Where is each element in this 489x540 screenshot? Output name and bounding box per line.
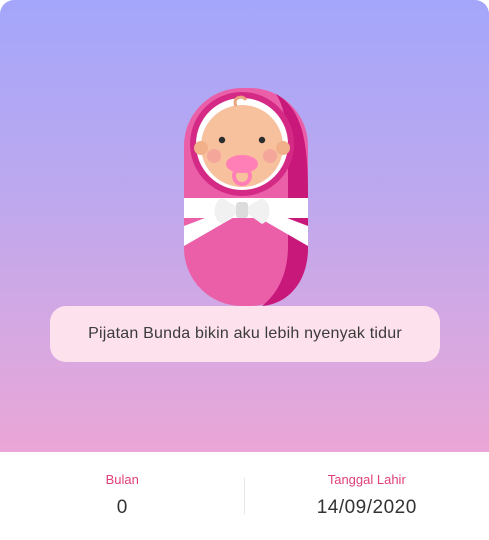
month-value: 0 <box>116 497 128 518</box>
birthdate-stat: Tanggal Lahir 14/09/2020 <box>245 452 489 540</box>
birthdate-value: 14/09/2020 <box>316 497 417 518</box>
month-label: Bulan <box>105 472 139 487</box>
stats-divider <box>244 478 245 514</box>
hero-banner: Pijatan Bunda bikin aku lebih nyenyak ti… <box>0 0 489 452</box>
birthdate-label: Tanggal Lahir <box>327 472 406 487</box>
baby-summary-card: Pijatan Bunda bikin aku lebih nyenyak ti… <box>0 0 489 540</box>
month-stat: Bulan 0 <box>0 452 245 540</box>
swaddled-baby-icon <box>184 88 308 306</box>
motivation-message: Pijatan Bunda bikin aku lebih nyenyak ti… <box>50 306 440 362</box>
